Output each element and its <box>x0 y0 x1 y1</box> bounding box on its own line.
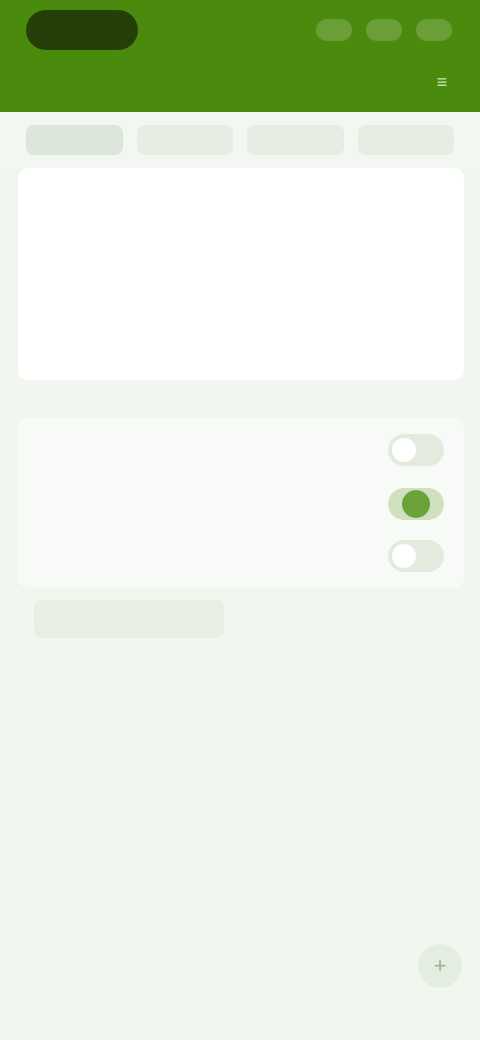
settings-list <box>18 418 464 588</box>
tab-3[interactable] <box>247 125 344 155</box>
header-chip-2[interactable] <box>366 19 402 41</box>
header-center-link[interactable] <box>170 74 310 92</box>
footnote-text <box>34 660 224 674</box>
note-card <box>18 168 464 380</box>
tab-bar <box>0 112 480 168</box>
app-window: ≡ + <box>0 0 480 1040</box>
settings-row-3[interactable] <box>18 530 464 582</box>
settings-row-3-toggle[interactable] <box>388 540 444 572</box>
plus-icon[interactable]: + <box>418 944 462 988</box>
toggle-knob <box>392 438 416 462</box>
tab-4[interactable] <box>357 125 454 155</box>
settings-row-2-toggle[interactable] <box>388 488 444 520</box>
settings-row-1-toggle[interactable] <box>388 434 444 466</box>
menu-icon[interactable]: ≡ <box>428 68 456 96</box>
note-input[interactable] <box>30 206 450 366</box>
settings-row-1[interactable] <box>18 424 464 476</box>
toggle-knob <box>392 544 416 568</box>
secondary-action-button[interactable] <box>34 600 224 638</box>
top-header: ≡ <box>0 0 480 112</box>
header-actions <box>316 16 452 44</box>
header-chip-1[interactable] <box>316 19 352 41</box>
toggle-knob <box>402 490 430 518</box>
settings-row-2[interactable] <box>18 478 464 530</box>
tab-2[interactable] <box>136 125 233 155</box>
app-logo[interactable] <box>26 10 138 50</box>
tab-1[interactable] <box>26 125 123 155</box>
header-chip-3[interactable] <box>416 19 452 41</box>
